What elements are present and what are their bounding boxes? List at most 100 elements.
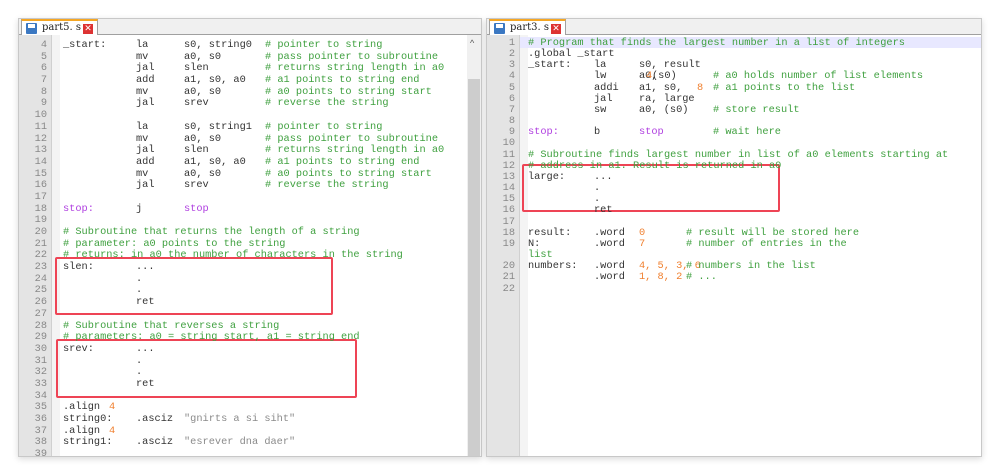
code-line: 29 # parameters: a0 = string start, a1 = … [19,331,481,343]
code-line: 22 [487,283,981,295]
close-tab-icon[interactable]: ✕ [83,24,94,34]
code-token: "esrever dna daer" [184,436,296,449]
code-token: add [136,74,155,87]
code-line: 25. [19,284,481,296]
line-number: 22 [34,249,47,262]
code-line: 32. [19,366,481,378]
code-token: . [136,354,143,367]
line-number: 10 [34,109,47,122]
code-token: mv [136,50,149,63]
tab-part3[interactable]: part3. s ✕ [489,19,567,36]
code-token: jal [136,144,155,157]
code-line: 8 mv a0, s0 # a0 points to string start [19,86,481,98]
code-token: la [136,120,149,133]
code-line: 24. [19,273,481,285]
code-token: a0, s0 [184,167,222,180]
code-line: 22 # returns: in a0 the number of charact… [19,249,481,261]
code-line: 4 _start: la s0, string0 # pointer to string [19,39,481,51]
code-token: # pointer to string [265,39,383,51]
code-line: 18 stop: j stop [19,203,481,215]
code-token: string0: [63,413,113,426]
line-number: 36 [34,413,47,426]
line-number: 31 [34,354,47,367]
line-number: 5 [40,50,47,63]
code-token: # parameters: a0 = string start, a1 = st… [63,331,360,344]
line-number: 22 [502,282,515,295]
editor-pane-right: part3. s ✕ 1 # Program that finds the larg… [486,18,982,457]
code-line: 17 [19,191,481,203]
line-number: 17 [34,190,47,203]
code-line: 20 # Subroutine that returns the length o… [19,226,481,238]
code-token: # a1 points to string end [265,74,420,87]
code-token: ret [136,296,155,309]
code-token: # a0 points to string start [265,167,432,180]
line-number: 28 [34,319,47,332]
code-token: . [136,284,143,297]
code-line: 10 [19,109,481,121]
line-number: 33 [34,378,47,390]
code-line: 11 la s0, string1 # pointer to string [19,121,481,133]
code-token: add [136,155,155,168]
code-line: 28 # Subroutine that reverses a string [19,320,481,332]
code-line: 27 [19,308,481,320]
line-number: 34 [34,389,47,402]
code-token: mv [136,167,149,180]
code-token: .align [63,424,101,437]
line-number: 11 [34,120,47,133]
line-number: 29 [34,331,47,344]
code-token: jal [136,62,155,75]
code-token: # pointer to string [265,120,383,133]
code-token: jal [136,179,155,192]
code-line: 13 jal slen # returns string length in a0 [19,144,481,156]
code-token: j [136,202,143,215]
line-number: 25 [34,284,47,297]
code-token: # pass pointer to subroutine [265,132,439,145]
line-number: 15 [34,167,47,180]
code-token: a0, s0 [184,85,222,98]
line-number: 21 [34,237,47,250]
code-line: 39 [19,448,481,460]
line-number: 8 [40,85,47,98]
line-number: 16 [34,179,47,192]
tab-label: part5. s [42,22,82,33]
line-number: 13 [34,144,47,157]
line-number: 26 [34,296,47,309]
line-number: 38 [34,436,47,449]
line-number: 19 [34,214,47,227]
code-token: # reverse the string [265,179,389,192]
code-token: ret [136,378,155,390]
code-token: # parameter: a0 points to the string [63,237,286,250]
line-number: 4 [40,39,47,51]
code-line: 15 mv a0, s0 # a0 points to string start [19,168,481,180]
code-token: .align [63,401,101,414]
code-token: stop: [63,202,94,215]
code-line: 16 jal srev # reverse the string [19,179,481,191]
line-number: 9 [40,97,47,110]
line-number: 18 [34,202,47,215]
code-token: ... [136,261,155,274]
line-number: 27 [34,307,47,320]
save-icon [26,23,37,34]
code-token: # returns: in a0 the number of character… [63,249,403,262]
close-tab-icon[interactable]: ✕ [551,24,562,34]
line-number: 14 [34,155,47,168]
code-token: slen [184,144,209,157]
code-token: 4 [109,401,116,414]
code-token: .asciz [136,413,174,426]
code-line: 34 [19,390,481,402]
code-token: 4 [109,424,116,437]
code-token: # a0 points to string start [265,85,432,98]
code-token: # Subroutine that returns the length of … [63,226,360,239]
code-line: 9 jal srev # reverse the string [19,97,481,109]
code-token: slen: [63,261,94,274]
tab-part5[interactable]: part5. s ✕ [21,19,99,36]
code-token: . [136,366,143,379]
code-editor[interactable]: 1 # Program that finds the largest number… [487,35,981,456]
editor-pane-left: part5. s ✕ ^ 4 _start: la s0, string0 # point… [18,18,482,460]
code-editor[interactable]: ^ 4 _start: la s0, string0 # pointer to stri… [19,35,481,460]
code-token: srev: [63,342,94,355]
line-number: 30 [34,342,47,355]
code-token: s0, string0 [184,39,252,51]
code-line: 35 .align 4 [19,401,481,413]
line-number: 6 [40,62,47,75]
